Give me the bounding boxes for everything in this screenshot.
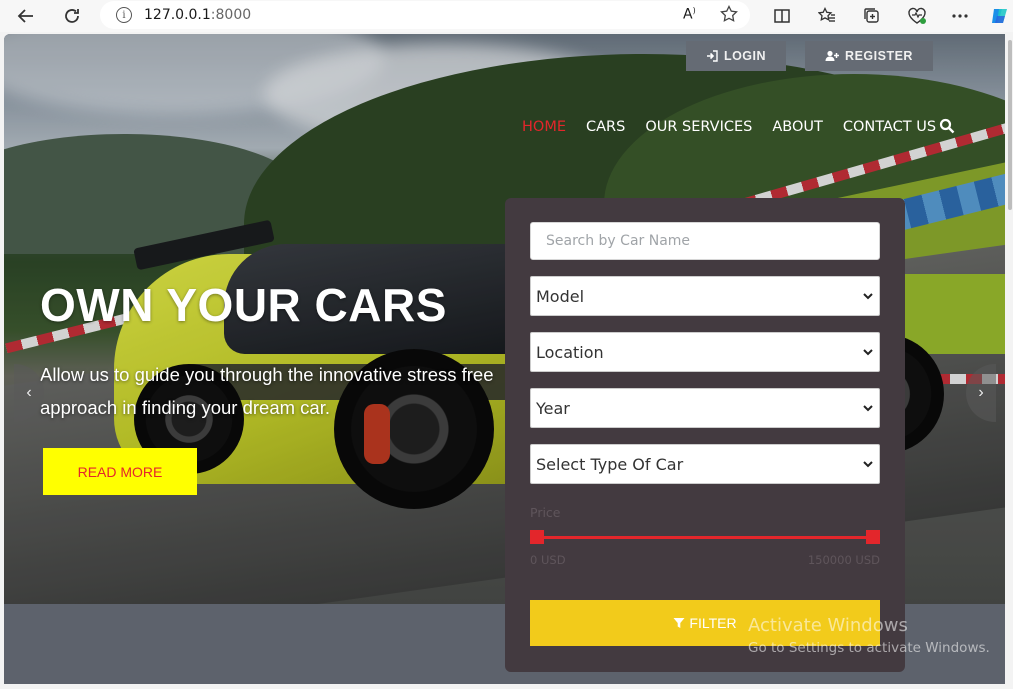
page-viewport: LOGIN REGISTER HOME CARS OUR SERVICES AB…	[4, 34, 1005, 684]
refresh-icon[interactable]	[60, 4, 84, 28]
scrollbar-thumb[interactable]	[1008, 40, 1012, 210]
browser-essentials-icon[interactable]	[905, 4, 929, 28]
price-max-value: 150000 USD	[807, 553, 880, 567]
nav-contact-us[interactable]: CONTACT US	[843, 119, 936, 139]
hero-title: OWN YOUR CARS	[40, 279, 447, 331]
car-name-search-input[interactable]	[530, 222, 880, 260]
collections-icon[interactable]	[860, 4, 884, 28]
nav-our-services[interactable]: OUR SERVICES	[645, 119, 752, 139]
split-screen-icon[interactable]	[770, 4, 794, 28]
more-menu-icon[interactable]	[948, 4, 972, 28]
register-button[interactable]: REGISTER	[805, 41, 933, 71]
site-info-icon[interactable]: i	[116, 7, 132, 23]
car-filter-panel: Model Location Year Select Type Of Car P…	[505, 198, 905, 672]
login-button[interactable]: LOGIN	[686, 41, 786, 71]
chevron-down-icon	[863, 349, 873, 356]
search-icon[interactable]	[939, 118, 957, 136]
nav-cars[interactable]: CARS	[586, 119, 625, 139]
copilot-icon[interactable]	[988, 4, 1012, 28]
model-select-value: Model	[536, 286, 585, 306]
activate-windows-hint: Go to Settings to activate Windows.	[748, 640, 990, 656]
year-select-value: Year	[536, 398, 570, 418]
url-port: :8000	[210, 7, 252, 23]
favorites-icon[interactable]	[815, 4, 839, 28]
price-label: Price	[530, 505, 561, 520]
chevron-down-icon	[863, 461, 873, 468]
hero-subtitle: Allow us to guide you through the innova…	[40, 364, 494, 418]
url-host: 127.0.0.1	[144, 7, 211, 23]
location-select[interactable]: Location	[530, 332, 880, 372]
register-label: REGISTER	[845, 49, 913, 63]
filter-label: FILTER	[689, 615, 737, 631]
nav-about[interactable]: ABOUT	[772, 119, 823, 139]
read-aloud-icon[interactable]: A)	[683, 6, 696, 23]
chevron-down-icon	[863, 405, 873, 412]
login-label: LOGIN	[723, 49, 767, 63]
model-select[interactable]: Model	[530, 276, 880, 316]
car-type-select[interactable]: Select Type Of Car	[530, 444, 880, 484]
address-bar[interactable]: i 127.0.0.1:8000 A)	[100, 1, 750, 29]
price-min-handle[interactable]	[530, 530, 544, 544]
nav-home[interactable]: HOME	[522, 119, 566, 139]
car-type-select-value: Select Type Of Car	[536, 454, 684, 474]
price-min-value: 0 USD	[530, 553, 566, 567]
user-plus-icon	[825, 50, 840, 61]
year-select[interactable]: Year	[530, 388, 880, 428]
price-range-track	[536, 536, 871, 539]
price-max-handle[interactable]	[866, 530, 880, 544]
back-arrow-icon[interactable]	[14, 4, 38, 28]
activate-windows-watermark: Activate Windows	[748, 615, 908, 636]
location-select-value: Location	[536, 342, 604, 362]
chevron-down-icon	[863, 293, 873, 300]
main-navigation: HOME CARS OUR SERVICES ABOUT CONTACT US	[522, 119, 936, 139]
read-more-button[interactable]: READ MORE	[43, 448, 197, 495]
funnel-icon	[673, 618, 685, 628]
favorite-star-icon[interactable]	[720, 5, 738, 27]
sign-in-icon	[706, 50, 718, 62]
browser-toolbar: i 127.0.0.1:8000 A)	[0, 0, 1013, 32]
